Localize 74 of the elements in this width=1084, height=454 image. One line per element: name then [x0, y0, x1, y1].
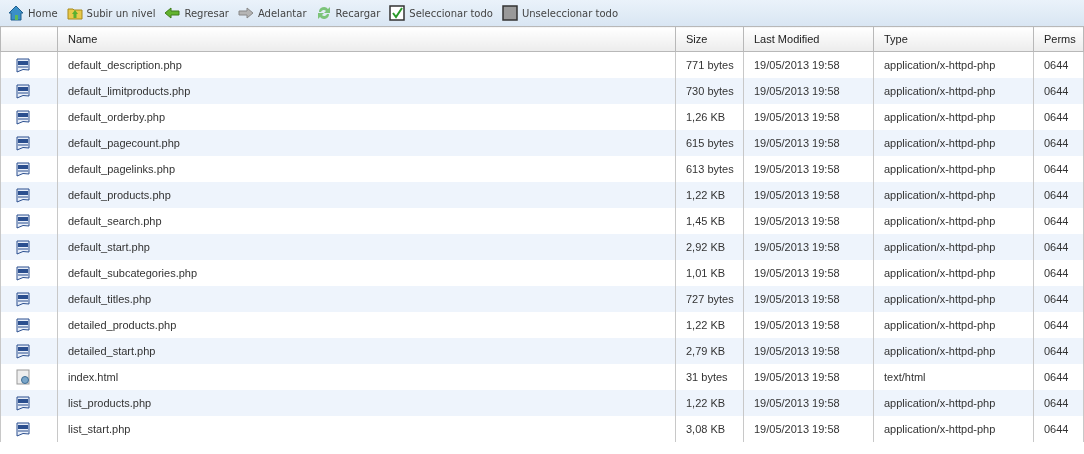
table-cell: 19/05/2013 19:58: [743, 390, 874, 416]
table-cell: 2,79 KB: [675, 338, 744, 364]
php-file-icon: [15, 265, 31, 281]
table-cell: 2,92 KB: [675, 234, 744, 260]
table-cell: default_start.php: [57, 234, 676, 260]
table-cell: application/x-httpd-php: [873, 416, 1034, 442]
toolbar-button[interactable]: Unseleccionar todo: [499, 5, 621, 21]
table-cell: 19/05/2013 19:58: [743, 130, 874, 156]
table-cell: list_start.php: [57, 416, 676, 442]
table-cell: 0644: [1033, 416, 1084, 442]
table-cell: 0644: [1033, 182, 1084, 208]
table-cell: 730 bytes: [675, 78, 744, 104]
house-icon: [8, 5, 24, 21]
column-header[interactable]: Name: [57, 26, 676, 52]
table-cell: 1,22 KB: [675, 182, 744, 208]
toolbar-button[interactable]: Regresar: [162, 5, 231, 21]
php-file-icon: [15, 395, 31, 411]
table-cell: default_limitproducts.php: [57, 78, 676, 104]
reload-icon: [315, 5, 332, 21]
table-cell: default_titles.php: [57, 286, 676, 312]
column-header[interactable]: Last Modified: [743, 26, 874, 52]
table-cell: 0644: [1033, 130, 1084, 156]
php-file-icon: [15, 187, 31, 203]
table-cell: 0644: [1033, 234, 1084, 260]
table-cell: application/x-httpd-php: [873, 338, 1034, 364]
table-cell: application/x-httpd-php: [873, 286, 1034, 312]
table-cell: application/x-httpd-php: [873, 182, 1034, 208]
table-cell: application/x-httpd-php: [873, 390, 1034, 416]
table-cell: application/x-httpd-php: [873, 234, 1034, 260]
checked-box-icon: [389, 5, 406, 21]
table-cell: 19/05/2013 19:58: [743, 182, 874, 208]
folder-up-icon: [66, 5, 83, 21]
table-cell: 19/05/2013 19:58: [743, 416, 874, 442]
right-arrow-icon: [237, 5, 254, 21]
column-header[interactable]: Type: [873, 26, 1034, 52]
table-cell: application/x-httpd-php: [873, 130, 1034, 156]
toolbar-button[interactable]: Subir un nivel: [64, 5, 158, 21]
table-cell: default_pagecount.php: [57, 130, 676, 156]
table-cell: 615 bytes: [675, 130, 744, 156]
php-file-icon: [15, 343, 31, 359]
html-file-icon: [15, 369, 31, 385]
left-arrow-icon: [164, 5, 181, 21]
table-cell: application/x-httpd-php: [873, 78, 1034, 104]
filled-box-icon: [501, 5, 518, 21]
table-cell: default_products.php: [57, 182, 676, 208]
toolbar-button[interactable]: Recargar: [313, 5, 383, 21]
php-file-icon: [15, 291, 31, 307]
table-cell: 0644: [1033, 286, 1084, 312]
table-cell: 19/05/2013 19:58: [743, 286, 874, 312]
table-cell: 0644: [1033, 390, 1084, 416]
column-header[interactable]: Size: [675, 26, 744, 52]
php-file-icon: [15, 213, 31, 229]
table-cell: 19/05/2013 19:58: [743, 234, 874, 260]
php-file-icon: [15, 57, 31, 73]
table-cell: 19/05/2013 19:58: [743, 338, 874, 364]
column-header[interactable]: Perms: [1033, 26, 1084, 52]
table-cell: 3,08 KB: [675, 416, 744, 442]
php-file-icon: [15, 135, 31, 151]
toolbar-button[interactable]: Home: [6, 5, 60, 21]
table-cell: 1,22 KB: [675, 390, 744, 416]
table-cell: 0644: [1033, 338, 1084, 364]
php-file-icon: [15, 317, 31, 333]
php-file-icon: [15, 239, 31, 255]
toolbar-button[interactable]: Adelantar: [235, 5, 309, 21]
table-cell: 727 bytes: [675, 286, 744, 312]
table-cell: list_products.php: [57, 390, 676, 416]
table-cell: 19/05/2013 19:58: [743, 78, 874, 104]
toolbar-button[interactable]: Seleccionar todo: [387, 5, 495, 21]
table-cell: detailed_start.php: [57, 338, 676, 364]
php-file-icon: [15, 421, 31, 437]
php-file-icon: [15, 161, 31, 177]
php-file-icon: [15, 83, 31, 99]
php-file-icon: [15, 109, 31, 125]
table-cell: 0644: [1033, 78, 1084, 104]
